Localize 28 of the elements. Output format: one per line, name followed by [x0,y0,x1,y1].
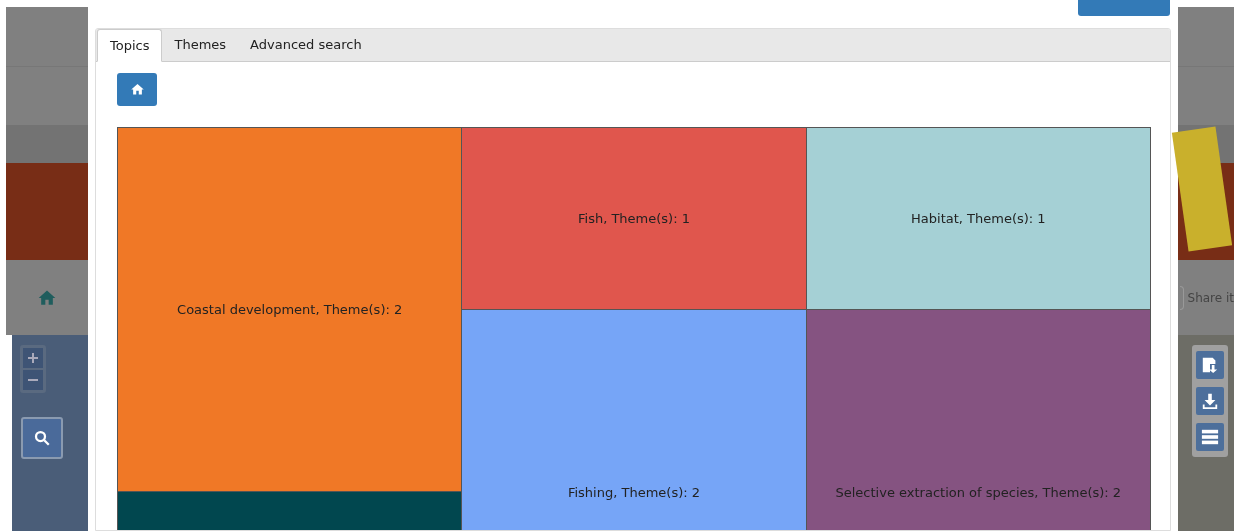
treemap-cell[interactable]: Fishing, Theme(s): 2 [462,310,807,530]
header-band [1178,7,1234,67]
treemap-cell[interactable]: Habitat, Theme(s): 1 [806,128,1151,310]
plus-icon [28,353,38,363]
download-icon [1201,392,1219,410]
tab[interactable]: Topics [97,29,163,62]
cell-label: Fish, Theme(s): 1 [578,209,690,228]
search-button[interactable] [21,417,63,459]
save-button[interactable] [1196,351,1224,379]
home-button[interactable] [117,73,157,106]
home-icon [129,82,145,97]
cell-label: Fishing, Theme(s): 2 [567,483,701,502]
list-icon [1201,428,1219,446]
list-button[interactable] [1196,423,1224,451]
tab[interactable]: Advanced search [238,29,374,61]
cell-label: Coastal development, Theme(s): 2 [177,300,403,319]
cell-label: Habitat, Theme(s): 1 [911,209,1046,228]
zoom-out-button[interactable] [23,370,43,390]
cell-label: Selective extraction of species, Theme(s): 2 [835,483,1122,502]
zoom-in-button[interactable] [23,348,43,368]
treemap-cell[interactable]: Coastal development, Theme(s): 2 [118,128,463,492]
treemap-cell[interactable]: Fish, Theme(s): 1 [462,128,807,310]
download-button[interactable] [1196,387,1224,415]
search-icon [33,429,51,447]
share-label: Share it [1187,289,1234,307]
menu-band [1178,67,1234,125]
floppy-arrow-icon [1201,356,1219,374]
tab[interactable]: Themes [162,29,239,61]
